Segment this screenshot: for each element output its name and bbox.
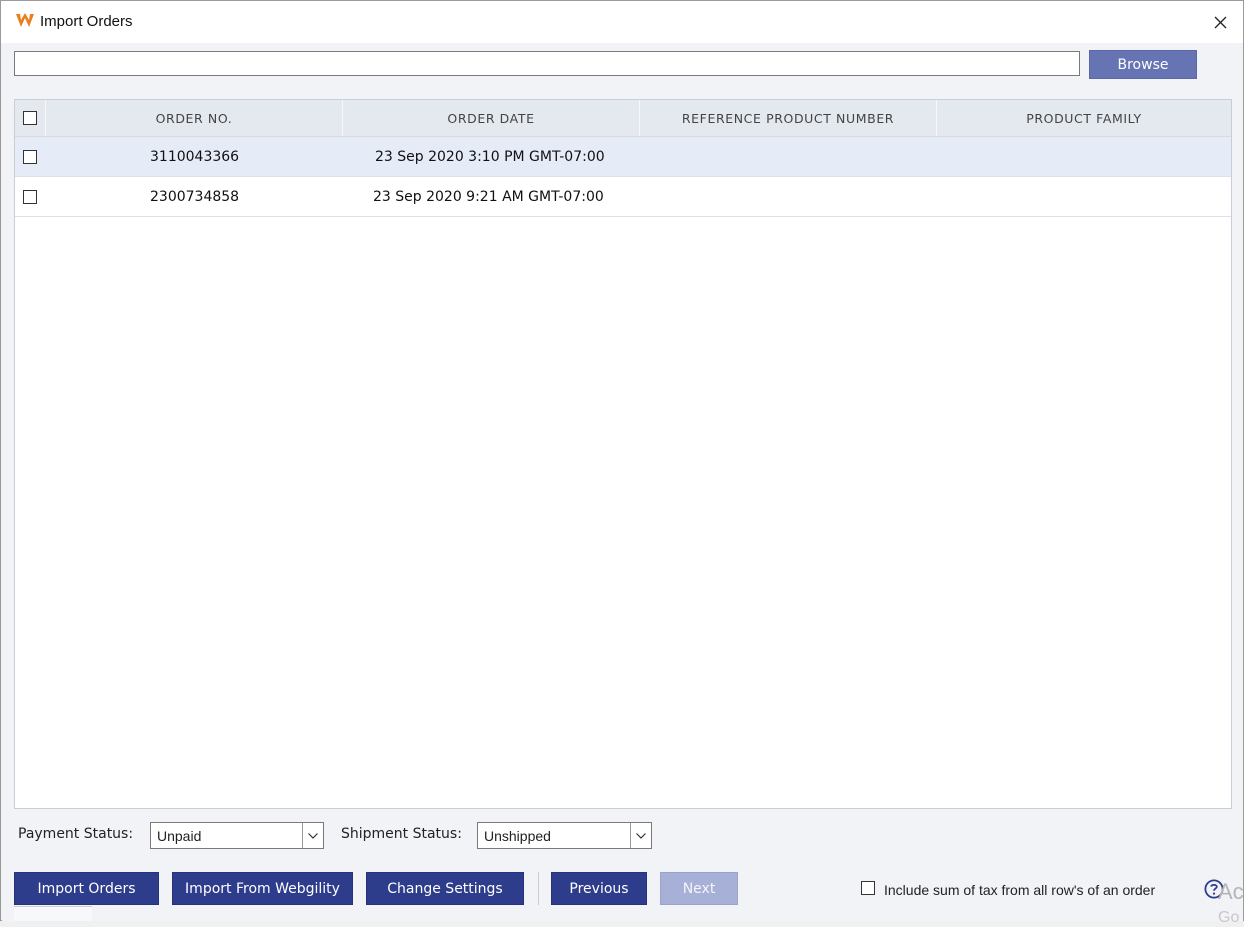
payment-status-dropdown[interactable]: Unpaid [150, 822, 324, 849]
row-checkbox-cell [23, 137, 37, 177]
row-checkbox[interactable] [23, 190, 37, 204]
select-all-checkbox[interactable] [23, 111, 37, 125]
chevron-down-icon [302, 823, 323, 848]
column-header-order-no[interactable]: ORDER NO. [46, 100, 343, 136]
dialog-body: Browse ORDER NO. ORDER DATE REFERENCE PR… [2, 43, 1244, 926]
row-checkbox[interactable] [23, 150, 37, 164]
change-settings-button[interactable]: Change Settings [366, 872, 524, 905]
title-bar: Import Orders [1, 1, 1243, 43]
order-no-cell: 3110043366 [150, 149, 240, 165]
window-title: Import Orders [40, 13, 133, 30]
chevron-down-icon [630, 823, 651, 848]
column-header-order-date[interactable]: ORDER DATE [343, 100, 640, 136]
next-button[interactable]: Next [660, 872, 738, 905]
include-tax-checkbox[interactable] [861, 881, 875, 895]
button-divider [538, 872, 539, 905]
row-checkbox-cell [23, 177, 37, 217]
webgility-logo-icon [16, 13, 34, 27]
watermark-text: Ac [1218, 879, 1244, 904]
table-row[interactable]: 3110043366 23 Sep 2020 3:10 PM GMT-07:00 [15, 137, 1231, 177]
close-button[interactable] [1197, 1, 1243, 43]
browse-button[interactable]: Browse [1089, 50, 1197, 79]
table-row[interactable]: 2300734858 23 Sep 2020 9:21 AM GMT-07:00 [15, 177, 1231, 217]
import-orders-window: Import Orders Browse ORDER NO. ORDER DAT… [0, 0, 1244, 926]
include-tax-label: Include sum of tax from all row's of an … [884, 882, 1156, 898]
watermark-text-2: Go [1218, 909, 1240, 926]
shipment-status-value: Unshipped [484, 827, 551, 844]
shipment-status-label: Shipment Status: [341, 826, 462, 842]
column-header-product-family[interactable]: PRODUCT FAMILY [937, 100, 1231, 136]
grid-header: ORDER NO. ORDER DATE REFERENCE PRODUCT N… [15, 100, 1231, 137]
close-icon [1214, 16, 1226, 28]
tab-stub [14, 906, 92, 921]
order-date-cell: 23 Sep 2020 3:10 PM GMT-07:00 [375, 149, 605, 165]
payment-status-value: Unpaid [157, 827, 202, 844]
order-no-cell: 2300734858 [150, 189, 240, 205]
order-date-cell: 23 Sep 2020 9:21 AM GMT-07:00 [373, 189, 604, 205]
payment-status-label: Payment Status: [18, 826, 134, 842]
previous-button[interactable]: Previous [551, 872, 647, 905]
column-header-reference-product-number[interactable]: REFERENCE PRODUCT NUMBER [640, 100, 937, 136]
file-path-input[interactable] [14, 51, 1080, 76]
shipment-status-dropdown[interactable]: Unshipped [477, 822, 652, 849]
select-all-cell [15, 100, 46, 136]
import-orders-button[interactable]: Import Orders [14, 872, 159, 905]
orders-grid: ORDER NO. ORDER DATE REFERENCE PRODUCT N… [14, 99, 1232, 809]
import-from-webgility-button[interactable]: Import From Webgility [172, 872, 353, 905]
